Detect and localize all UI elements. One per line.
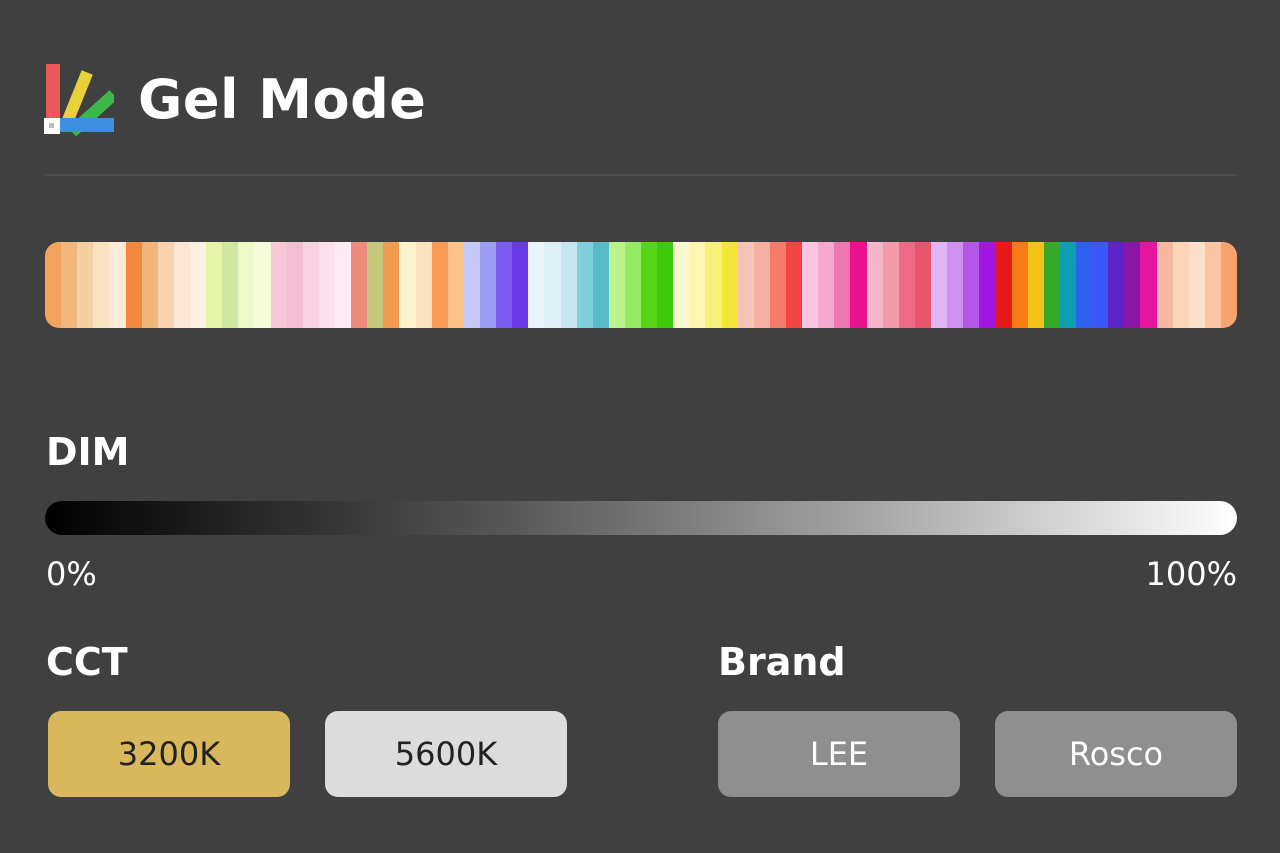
gel-swatch[interactable] [367,242,384,328]
gel-swatch[interactable] [1124,242,1141,328]
gel-swatch[interactable] [1011,242,1028,328]
gel-swatch[interactable] [1076,242,1093,328]
gel-swatch[interactable] [1027,242,1044,328]
gel-swatch[interactable] [125,242,142,328]
brand-label: Brand [718,640,846,684]
gel-swatch[interactable] [786,242,803,328]
gel-swatch[interactable] [512,242,529,328]
gel-swatch[interactable] [399,242,416,328]
gel-swatch[interactable] [1043,242,1060,328]
gel-swatch[interactable] [979,242,996,328]
gel-swatch[interactable] [528,242,545,328]
dim-max-label: 100% [1145,555,1237,593]
cct-label: CCT [46,640,128,684]
dim-label: DIM [46,430,130,474]
gel-swatch[interactable] [802,242,819,328]
gel-swatch[interactable] [1059,242,1076,328]
gel-swatch[interactable] [592,242,609,328]
gel-swatch[interactable] [189,242,207,328]
gel-swatch[interactable] [254,242,271,328]
cct-3200k-button[interactable]: 3200K [48,711,290,797]
gel-color-strip[interactable] [45,242,1237,328]
gel-swatch[interactable] [479,242,497,328]
gel-swatch[interactable] [931,242,948,328]
gel-swatch[interactable] [302,242,319,328]
gel-swatch[interactable] [721,242,738,328]
gel-swatch[interactable] [576,242,593,328]
gel-swatch[interactable] [1156,242,1173,328]
header-divider [45,174,1237,176]
gel-swatch[interactable] [850,242,867,328]
gel-swatch[interactable] [866,242,883,328]
gel-swatch[interactable] [560,242,577,328]
gel-swatch[interactable] [415,242,432,328]
gel-swatch[interactable] [141,242,158,328]
gel-swatch[interactable] [544,242,561,328]
gel-swatch[interactable] [334,242,352,328]
dim-slider[interactable] [45,501,1237,535]
gel-swatch[interactable] [1188,242,1205,328]
gel-swatch[interactable] [1172,242,1189,328]
gel-swatch[interactable] [383,242,400,328]
gel-swatch[interactable] [222,242,239,328]
gel-swatch[interactable] [496,242,513,328]
gel-swatch[interactable] [898,242,915,328]
gel-swatch[interactable] [238,242,255,328]
gel-swatch[interactable] [689,242,706,328]
gel-swatch[interactable] [1140,242,1157,328]
gel-swatch[interactable] [641,242,658,328]
gel-swatch[interactable] [882,242,899,328]
gel-swatch[interactable] [93,242,110,328]
gel-swatch[interactable] [963,242,980,328]
page-title: Gel Mode [138,68,427,131]
gel-swatch[interactable] [1220,242,1237,328]
brand-lee-button[interactable]: LEE [718,711,960,797]
header: Gel Mode [44,64,426,136]
gel-swatch[interactable] [769,242,787,328]
gel-swatch[interactable] [286,242,303,328]
gel-swatch[interactable] [447,242,464,328]
gel-swatch[interactable] [270,242,287,328]
cct-5600k-button[interactable]: 5600K [325,711,567,797]
brand-rosco-button[interactable]: Rosco [995,711,1237,797]
gel-swatch[interactable] [1204,242,1221,328]
gel-swatch[interactable] [45,242,62,328]
gel-swatch[interactable] [351,242,368,328]
dim-min-label: 0% [46,555,97,593]
gel-swatch[interactable] [608,242,625,328]
gel-swatch-fan-icon [44,64,114,136]
gel-swatch[interactable] [1092,242,1109,328]
gel-swatch[interactable] [914,242,932,328]
gel-swatch[interactable] [1108,242,1125,328]
gel-swatch[interactable] [173,242,190,328]
gel-swatch[interactable] [947,242,964,328]
gel-swatch[interactable] [657,242,674,328]
gel-swatch[interactable] [157,242,174,328]
gel-swatch[interactable] [318,242,335,328]
gel-swatch[interactable] [61,242,78,328]
gel-swatch[interactable] [673,242,690,328]
gel-swatch[interactable] [463,242,480,328]
gel-swatch[interactable] [834,242,851,328]
gel-swatch[interactable] [818,242,835,328]
gel-swatch[interactable] [995,242,1012,328]
gel-swatch[interactable] [206,242,223,328]
gel-swatch[interactable] [431,242,448,328]
gel-swatch[interactable] [77,242,94,328]
gel-swatch[interactable] [753,242,770,328]
gel-swatch[interactable] [705,242,722,328]
gel-swatch[interactable] [624,242,642,328]
gel-swatch[interactable] [109,242,126,328]
gel-swatch[interactable] [737,242,754,328]
